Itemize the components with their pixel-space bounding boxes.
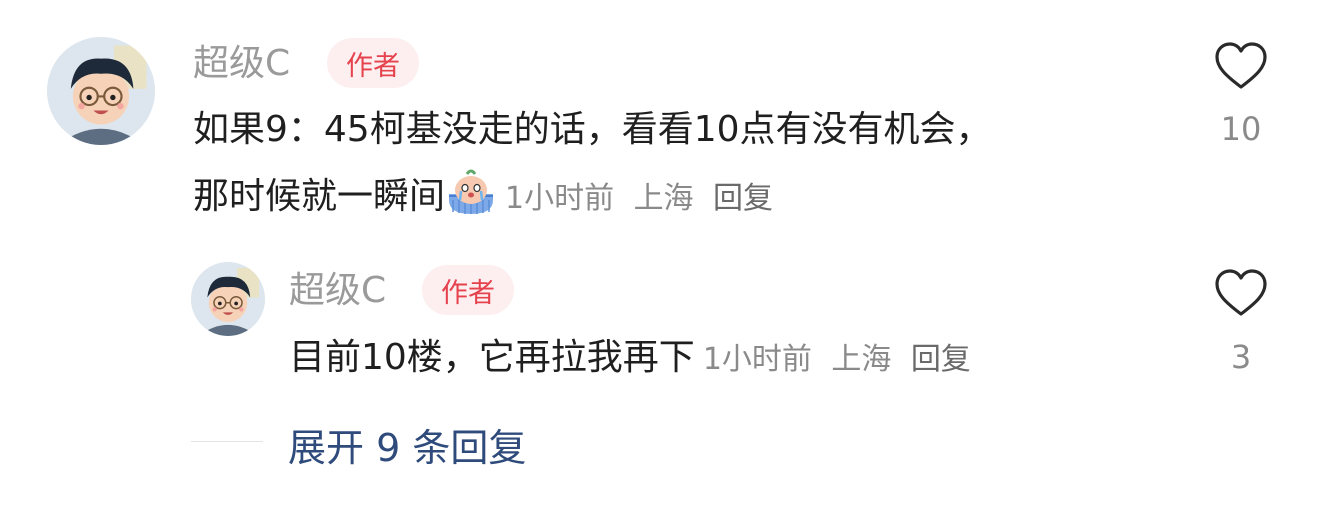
reply-author-avatar[interactable] [191,262,265,336]
reply-time: 1小时前 [702,342,812,377]
comment-text-line2: 那时候就一瞬间 [193,176,446,217]
avatar-image [47,37,155,145]
crying-emoji-icon [445,166,497,218]
expand-divider [191,441,263,442]
reply-reply-button[interactable]: 回复 [911,342,971,377]
heart-outline-icon [1215,269,1267,316]
reply-like-button[interactable] [1211,264,1271,324]
reply-text-row: 目前10楼，它再拉我再下 1小时前 上海 回复 [289,328,971,390]
reply-author-name[interactable]: 超级C [289,271,386,311]
comment-time: 1小时前 [505,181,615,216]
reply-author-badge: 作者 [422,265,514,315]
comment-reply-button[interactable]: 回复 [713,181,773,216]
author-badge: 作者 [327,38,419,88]
comment-location: 上海 [633,181,694,216]
avatar-image [191,262,265,336]
comment-author-name[interactable]: 超级C [193,44,290,84]
comment-text-line2-row: 那时候就一瞬间 1小时前 上海 回复 [193,166,773,229]
expand-replies-button[interactable]: 展开 9 条回复 [288,417,526,472]
heart-outline-icon [1215,42,1267,89]
reply-like-count: 3 [1230,338,1252,376]
author-avatar[interactable] [47,37,155,145]
comment-like-button[interactable] [1211,37,1271,97]
reply-location: 上海 [831,342,892,377]
comment-like-count: 10 [1220,110,1262,148]
comment-text-line1: 如果9：45柯基没走的话，看看10点有没有机会， [193,109,992,150]
reply-text: 目前10楼，它再拉我再下 [289,337,695,378]
